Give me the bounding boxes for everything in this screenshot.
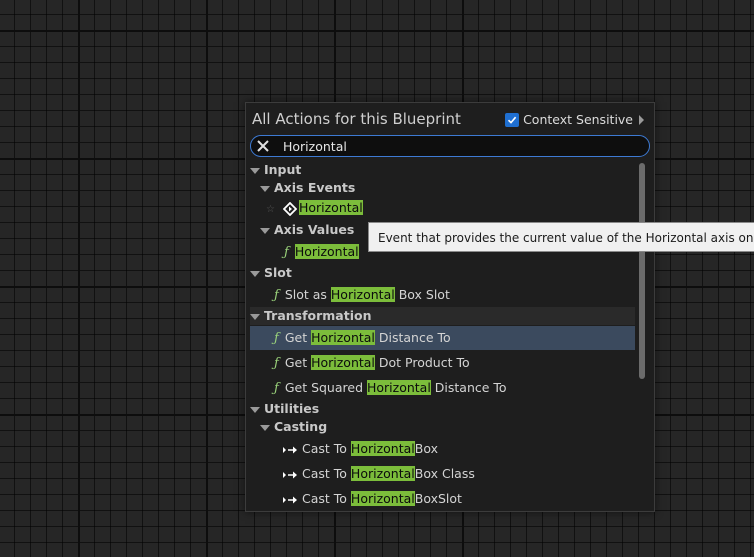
function-icon: ƒ xyxy=(274,356,279,371)
collapse-arrow-icon xyxy=(260,424,270,431)
event-diamond-icon xyxy=(282,201,298,216)
action-prefix: Cast To xyxy=(302,491,351,506)
category-label: Slot xyxy=(264,265,292,280)
category-casting[interactable]: Casting xyxy=(250,418,635,436)
category-label: Input xyxy=(264,162,302,177)
category-input[interactable]: Input xyxy=(250,161,635,179)
action-suffix: Box Class xyxy=(414,466,475,481)
category-transformation[interactable]: Transformation xyxy=(250,307,635,325)
action-suffix: Distance To xyxy=(374,330,451,345)
category-axis-events[interactable]: Axis Events xyxy=(250,179,635,197)
action-prefix: Get Squared xyxy=(284,380,367,395)
menu-title: All Actions for this Blueprint xyxy=(252,110,461,128)
category-utilities[interactable]: Utilities xyxy=(250,400,635,418)
action-suffix: Distance To xyxy=(430,380,507,395)
cast-arrow-icon xyxy=(283,446,297,453)
action-prefix: Get xyxy=(284,355,312,370)
action-cast-to-horizontal-boxslot[interactable]: Cast To HorizontalBoxSlot xyxy=(250,487,635,509)
function-icon: ƒ xyxy=(274,331,279,346)
action-get-horizontal-dot-product-to[interactable]: ƒ Get Horizontal Dot Product To xyxy=(250,351,635,375)
category-label: Axis Events xyxy=(274,180,356,195)
cast-arrow-icon xyxy=(283,471,297,478)
function-icon: ƒ xyxy=(284,245,289,260)
close-icon[interactable] xyxy=(255,138,271,154)
collapse-arrow-icon xyxy=(260,227,270,234)
star-icon[interactable]: ☆ xyxy=(266,204,275,215)
category-label: Axis Values xyxy=(274,222,355,237)
action-cast-to-horizontal-box[interactable]: Cast To HorizontalBox xyxy=(250,437,635,461)
action-suffix: Dot Product To xyxy=(374,355,470,370)
context-sensitive-checkbox[interactable] xyxy=(505,112,520,127)
action-get-squared-horizontal-distance-to[interactable]: ƒ Get Squared Horizontal Distance To xyxy=(250,376,635,400)
actions-tree: Input Axis Events ☆ Horizontal Axis Valu… xyxy=(250,161,635,509)
collapse-arrow-icon xyxy=(260,185,270,192)
action-slot-as-horizontal-box-slot[interactable]: ƒ Slot as Horizontal Box Slot xyxy=(250,284,635,306)
action-highlight: Horizontal xyxy=(311,330,375,345)
function-icon: ƒ xyxy=(274,288,279,303)
action-prefix: Get xyxy=(284,330,312,345)
menu-header: All Actions for this Blueprint Context S… xyxy=(246,103,654,135)
expand-arrow-icon[interactable] xyxy=(639,114,644,125)
category-label: Casting xyxy=(274,419,328,434)
action-suffix: Box xyxy=(414,441,438,456)
action-prefix: Cast To xyxy=(302,466,351,481)
action-highlight: Horizontal xyxy=(350,466,415,481)
checkmark-icon xyxy=(508,116,517,124)
action-prefix: Cast To xyxy=(302,441,351,456)
action-highlight: Horizontal xyxy=(298,200,363,215)
action-highlight: Horizontal xyxy=(366,380,431,395)
context-sensitive-label: Context Sensitive xyxy=(523,112,633,127)
category-label: Transformation xyxy=(264,308,372,323)
action-cast-to-horizontal-box-class[interactable]: Cast To HorizontalBox Class xyxy=(250,462,635,486)
category-slot[interactable]: Slot xyxy=(250,264,635,282)
tooltip: Event that provides the current value of… xyxy=(368,222,754,252)
action-highlight: Horizontal xyxy=(350,441,415,456)
cast-arrow-icon xyxy=(283,496,297,503)
action-suffix: Box Slot xyxy=(394,287,450,302)
action-highlight: Horizontal xyxy=(311,355,375,370)
action-highlight: Horizontal xyxy=(350,491,415,506)
category-label: Utilities xyxy=(264,401,320,416)
tooltip-text: Event that provides the current value of… xyxy=(378,231,754,245)
actions-menu: All Actions for this Blueprint Context S… xyxy=(245,102,655,512)
context-sensitive-toggle[interactable]: Context Sensitive xyxy=(505,112,644,127)
action-get-horizontal-distance-to[interactable]: ƒ Get Horizontal Distance To xyxy=(250,326,635,350)
action-highlight: Horizontal xyxy=(294,244,359,259)
scrollbar-thumb[interactable] xyxy=(639,163,645,379)
search-input[interactable] xyxy=(283,138,623,154)
collapse-arrow-icon xyxy=(250,313,260,320)
search-box[interactable] xyxy=(250,135,650,157)
action-prefix: Slot as xyxy=(284,287,331,302)
function-icon: ƒ xyxy=(274,381,279,396)
collapse-arrow-icon xyxy=(250,406,260,413)
action-highlight: Horizontal xyxy=(330,287,395,302)
collapse-arrow-icon xyxy=(250,270,260,277)
action-horizontal-axis-event[interactable]: ☆ Horizontal xyxy=(250,197,635,219)
action-suffix: BoxSlot xyxy=(414,491,462,506)
collapse-arrow-icon xyxy=(250,167,260,174)
